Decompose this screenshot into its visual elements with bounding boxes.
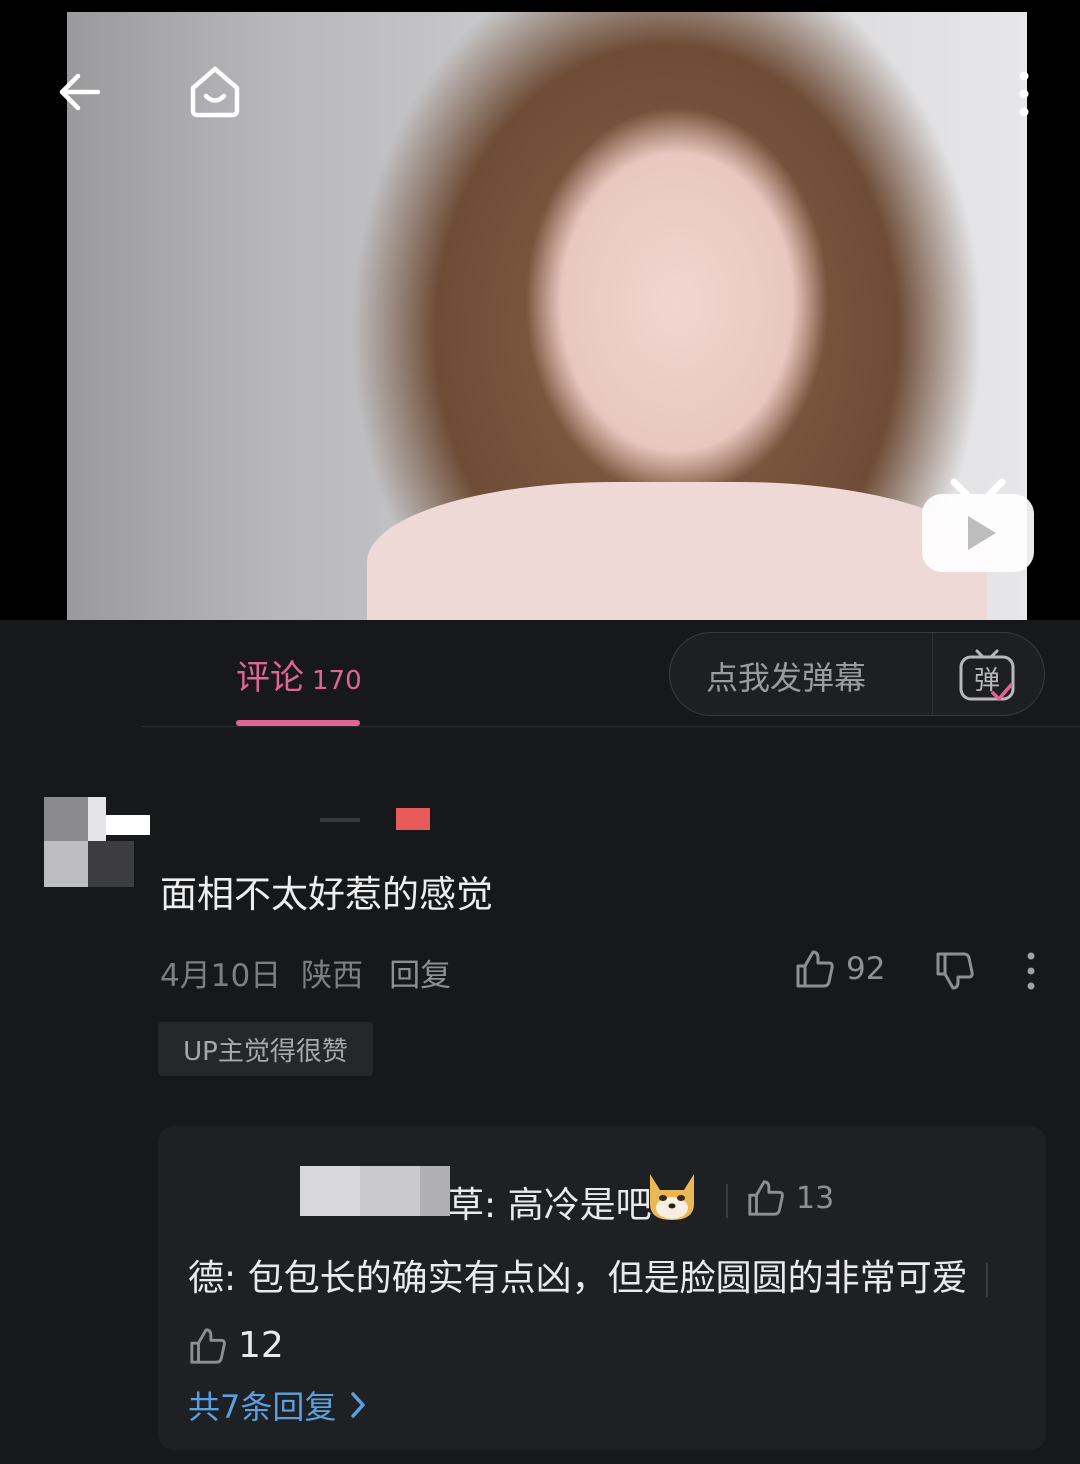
reply-like-button[interactable]: 13 <box>746 1178 834 1218</box>
danmaku-placeholder: 点我发弹幕 <box>706 659 867 697</box>
reply-button[interactable]: 回复 <box>389 950 451 995</box>
danmaku-input[interactable]: 点我发弹幕 弹 <box>669 632 1045 716</box>
tab-comments[interactable]: 评论 170 <box>236 650 362 700</box>
comment-text: 面相不太好惹的感觉 <box>160 873 493 916</box>
tab-comments-count: 170 <box>312 666 362 696</box>
like-count: 92 <box>846 951 886 987</box>
danmaku-toggle-icon[interactable]: 弹 <box>955 643 1019 707</box>
reply-separator <box>726 1184 728 1218</box>
avatar[interactable] <box>44 797 150 887</box>
video-player[interactable] <box>0 0 1080 620</box>
reply-separator <box>985 1263 988 1297</box>
thumbs-down-icon[interactable] <box>934 950 976 992</box>
up-liked-badge: UP主觉得很赞 <box>158 1022 373 1076</box>
like-button[interactable]: 92 <box>794 948 885 990</box>
more-vertical-icon <box>1019 71 1029 117</box>
home-icon <box>190 66 240 118</box>
comment-date: 4月10日 <box>160 958 282 994</box>
reply-like-button[interactable]: 12 <box>188 1313 284 1379</box>
reply-item[interactable]: 德: 包包长的确实有点凶，但是脸圆圆的非常可爱 12 <box>188 1246 1008 1379</box>
reply-text: 德: 包包长的确实有点凶，但是脸圆圆的非常可爱 <box>188 1258 968 1299</box>
comment-more-icon[interactable] <box>1016 950 1046 992</box>
reply-like-count: 13 <box>796 1180 835 1216</box>
comment-meta: 4月10日 陕西 回复 <box>160 950 451 995</box>
doge-emoji-icon <box>650 1174 694 1220</box>
home-button[interactable] <box>182 58 248 124</box>
video-shirt <box>367 482 987 620</box>
thumbs-up-icon <box>190 1328 226 1364</box>
bilibili-play-button[interactable] <box>920 468 1036 574</box>
bilibili-play-icon <box>922 478 1034 572</box>
danmaku-separator <box>932 633 933 715</box>
view-all-label: 共7条回复 <box>188 1388 337 1426</box>
username[interactable] <box>160 804 430 832</box>
more-options-button[interactable] <box>1004 62 1044 126</box>
reply-text: 草: 高冷是吧 <box>448 1185 652 1226</box>
tab-comments-label: 评论 <box>236 658 304 698</box>
reply-username-redacted <box>300 1166 450 1216</box>
comment-location: 陕西 <box>301 958 364 994</box>
arrow-left-icon <box>59 73 101 111</box>
reply-like-count: 12 <box>238 1325 284 1366</box>
thumbs-up-icon <box>796 950 834 988</box>
back-button[interactable] <box>48 60 112 124</box>
thumbs-up-icon <box>748 1180 784 1216</box>
danmaku-icon-char: 弹 <box>974 666 1000 696</box>
replies-panel[interactable]: 草: 高冷是吧 13 德: 包包长的确实有点凶，但是脸圆圆的非常可爱 12 共7… <box>158 1126 1046 1450</box>
chevron-right-icon <box>351 1392 366 1418</box>
view-all-replies-link[interactable]: 共7条回复 <box>188 1382 368 1428</box>
tab-divider <box>142 726 1080 727</box>
